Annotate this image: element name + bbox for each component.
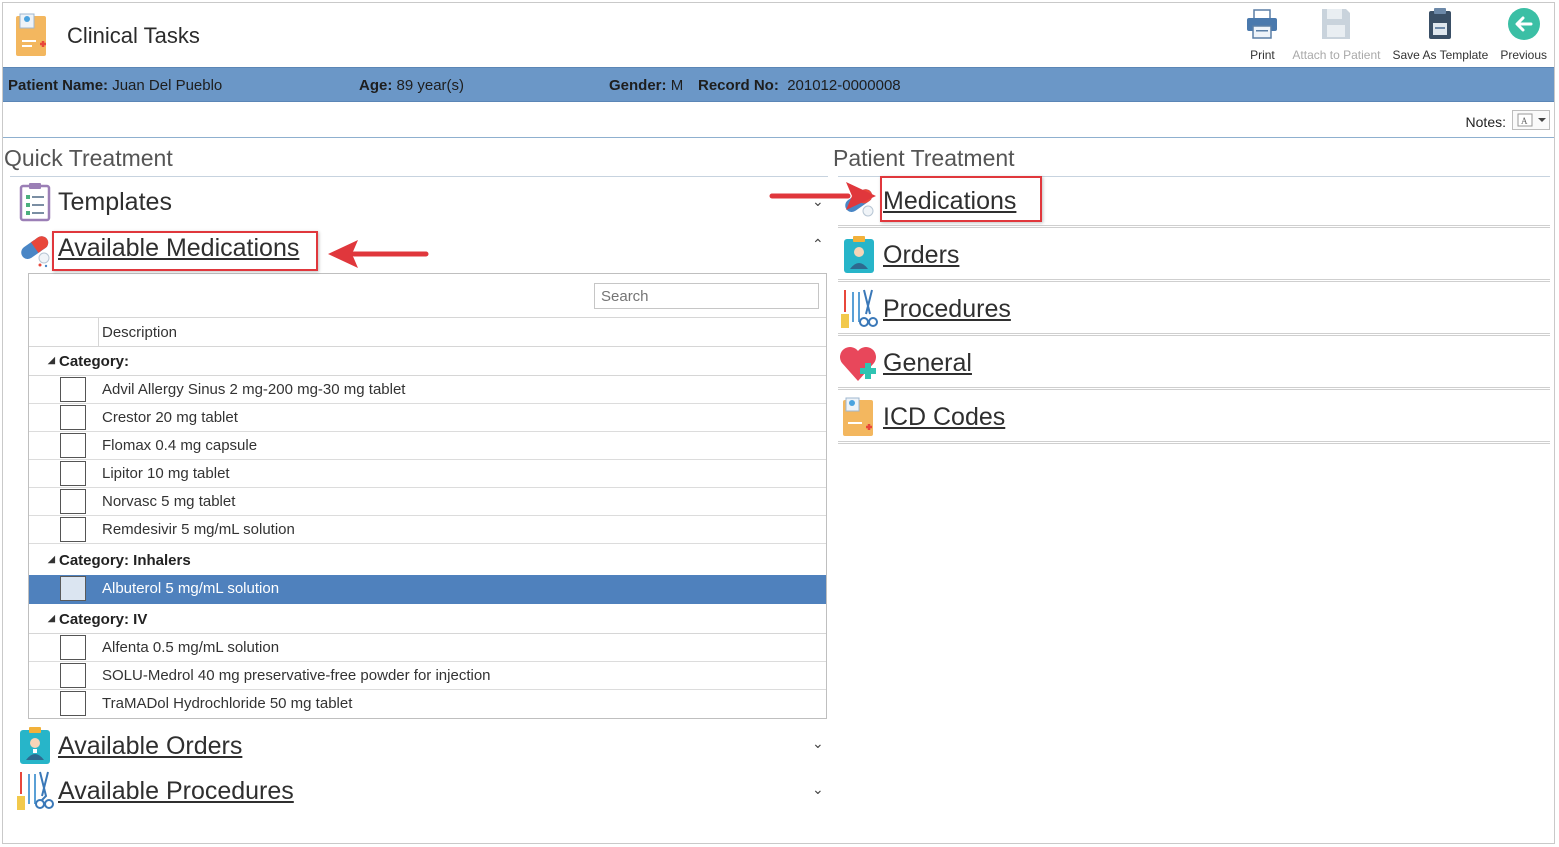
category-group-header[interactable]: ◢ Category: Inhalers (29, 546, 826, 575)
medication-checkbox[interactable] (60, 489, 86, 514)
templates-label: Templates (58, 187, 172, 216)
red-arrow-left-icon (328, 240, 429, 268)
medication-row[interactable]: Remdesivir 5 mg/mL solution (29, 516, 826, 544)
medications-grid: Description ◢ Category: Advil Allergy Si… (28, 273, 827, 719)
medication-checkbox[interactable] (60, 576, 86, 601)
patient-name: Patient Name: Juan Del Pueblo (8, 77, 223, 94)
quick-treatment-title: Quick Treatment (4, 145, 173, 171)
previous-label: Previous (1500, 48, 1547, 62)
patient-general-item[interactable]: General (838, 338, 1550, 390)
collapse-triangle-icon[interactable]: ◢ (48, 613, 55, 624)
medication-checkbox[interactable] (60, 461, 86, 486)
medication-checkbox[interactable] (60, 517, 86, 542)
orders-clipboard-icon (16, 725, 54, 767)
surgical-tools-icon (16, 770, 54, 812)
pills-icon (16, 227, 54, 269)
save-as-template-button[interactable]: Save As Template (1386, 4, 1494, 62)
patient-info-bar: Patient Name: Juan Del Pueblo Age: 89 ye… (3, 67, 1554, 102)
attach-to-patient-label: Attach to Patient (1292, 48, 1381, 62)
notes-row: Notes: A (3, 104, 1554, 138)
medication-row[interactable]: Flomax 0.4 mg capsule (29, 432, 826, 460)
collapse-triangle-icon[interactable]: ◢ (48, 355, 55, 366)
svg-text:A: A (1521, 116, 1528, 126)
surgical-tools-icon (838, 288, 880, 330)
available-orders-link[interactable]: Available Orders (58, 732, 242, 761)
back-arrow-icon (1506, 4, 1542, 44)
medication-checkbox[interactable] (60, 635, 86, 660)
save-as-template-label: Save As Template (1392, 48, 1489, 62)
grid-divider (29, 317, 826, 318)
available-orders-chevron-down-icon[interactable]: ⌄ (812, 735, 824, 752)
printer-icon (1244, 4, 1280, 44)
patient-gender: Gender: M (609, 77, 684, 94)
patient-age: Age: 89 year(s) (359, 77, 465, 94)
patient-icd-codes-item[interactable]: ICD Codes (838, 392, 1550, 444)
collapse-triangle-icon[interactable]: ◢ (48, 554, 55, 565)
red-arrow-right-icon (769, 182, 876, 210)
orders-link[interactable]: Orders (883, 241, 959, 270)
available-procedures-section-header[interactable]: Available Procedures (16, 770, 294, 812)
medication-checkbox[interactable] (60, 377, 86, 402)
patient-treatment-title: Patient Treatment (833, 145, 1015, 171)
medication-checkbox[interactable] (60, 405, 86, 430)
page-title: Clinical Tasks (67, 23, 200, 48)
general-link[interactable]: General (883, 349, 972, 378)
previous-button[interactable]: Previous (1494, 4, 1553, 62)
medication-row[interactable]: Crestor 20 mg tablet (29, 404, 826, 432)
print-button[interactable]: Print (1238, 4, 1286, 62)
medication-row[interactable]: Advil Allergy Sinus 2 mg-200 mg-30 mg ta… (29, 376, 826, 404)
highlight-box-medications (880, 176, 1042, 222)
heart-plus-icon (838, 342, 880, 384)
medication-row[interactable]: Alfenta 0.5 mg/mL solution (29, 634, 826, 662)
medication-row[interactable]: TraMADol Hydrochloride 50 mg tablet (29, 690, 826, 718)
notes-dropdown[interactable]: A (1512, 110, 1550, 130)
procedures-link[interactable]: Procedures (883, 295, 1011, 324)
description-column-header[interactable]: Description (102, 324, 177, 341)
medication-search-input[interactable] (594, 283, 819, 309)
category-group-header[interactable]: ◢ Category: IV (29, 605, 826, 634)
notes-font-icon: A (1517, 113, 1546, 127)
print-label: Print (1250, 48, 1275, 62)
clinical-tasks-logo-icon (14, 12, 54, 58)
medication-row-selected[interactable]: Albuterol 5 mg/mL solution (29, 575, 826, 604)
medication-checkbox[interactable] (60, 433, 86, 458)
icd-codes-icon (838, 396, 880, 438)
category-group-header[interactable]: ◢ Category: (29, 347, 826, 376)
orders-clipboard-icon (838, 234, 880, 276)
templates-icon (16, 181, 54, 223)
icd-codes-link[interactable]: ICD Codes (883, 403, 1005, 432)
quick-treatment-divider (10, 176, 828, 177)
column-separator (98, 318, 99, 346)
floppy-disk-icon (1318, 4, 1354, 44)
medication-row[interactable]: Norvasc 5 mg tablet (29, 488, 826, 516)
notes-label: Notes: (1465, 114, 1506, 130)
clipboard-save-icon (1422, 4, 1458, 44)
medication-checkbox[interactable] (60, 663, 86, 688)
available-procedures-link[interactable]: Available Procedures (58, 777, 294, 806)
attach-to-patient-button[interactable]: Attach to Patient (1286, 4, 1386, 62)
patient-record-number: Record No: 201012-0000008 (698, 77, 901, 94)
available-orders-section-header[interactable]: Available Orders (16, 725, 242, 767)
available-procedures-chevron-down-icon[interactable]: ⌄ (812, 781, 824, 798)
templates-section-header[interactable]: Templates (16, 181, 172, 223)
toolbar: Print Attach to Patient Save As Template (1238, 4, 1553, 62)
highlight-box-available-medications (52, 231, 318, 271)
medication-row[interactable]: SOLU-Medrol 40 mg preservative-free powd… (29, 662, 826, 690)
available-medications-chevron-up-icon[interactable]: ⌃ (812, 236, 824, 253)
medication-row[interactable]: Lipitor 10 mg tablet (29, 460, 826, 488)
medication-checkbox[interactable] (60, 691, 86, 716)
patient-orders-item[interactable]: Orders (838, 230, 1550, 282)
patient-procedures-item[interactable]: Procedures (838, 284, 1550, 336)
